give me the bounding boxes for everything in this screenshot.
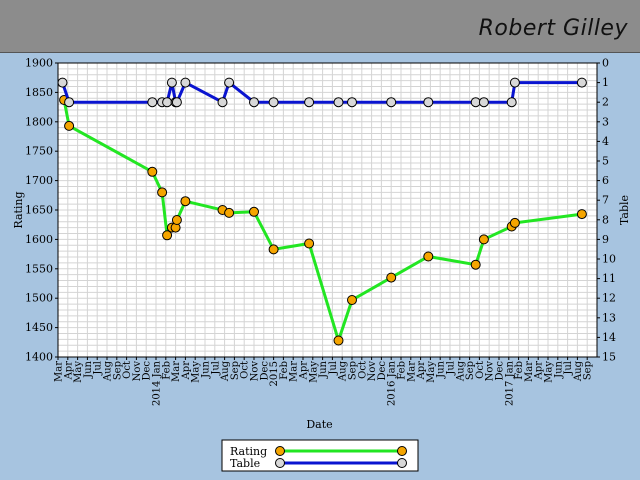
y-tick-label: 1850 — [25, 86, 53, 99]
y-tick-label: 1750 — [25, 145, 53, 158]
rating-point — [470, 259, 481, 270]
rating-point — [478, 234, 489, 245]
y2-axis-title: Table — [618, 195, 631, 225]
y2-tick-label: 14 — [602, 331, 616, 344]
table-point — [171, 97, 182, 108]
table-point — [224, 77, 235, 88]
rating-point — [576, 209, 587, 220]
legend-label-table: Table — [230, 457, 260, 470]
table-point — [180, 77, 191, 88]
y2-tick-label: 13 — [602, 311, 616, 324]
y2-tick-label: 10 — [602, 253, 616, 266]
rating-point — [509, 217, 520, 228]
y-tick-label: 1550 — [25, 262, 53, 275]
y-tick-label: 1600 — [25, 233, 53, 246]
table-point — [470, 97, 481, 108]
x-axis-title: Date — [306, 418, 332, 431]
y2-tick-label: 15 — [602, 351, 616, 364]
y-axis-title: Rating — [12, 191, 25, 228]
rating-point — [64, 120, 75, 131]
legend-marker-rating — [397, 446, 407, 456]
x-tick-label: Sep — [583, 361, 594, 380]
y2-tick-label: 5 — [602, 155, 609, 168]
table-point — [506, 97, 517, 108]
table-point — [268, 97, 279, 108]
rating-point — [333, 335, 344, 346]
legend-marker-rating — [275, 446, 285, 456]
y-tick-label: 1900 — [25, 57, 53, 70]
table-point — [249, 97, 259, 108]
y-tick-label: 1500 — [25, 292, 53, 305]
rating-point — [157, 187, 168, 198]
y2-tick-label: 2 — [602, 96, 609, 109]
y2-tick-label: 4 — [602, 135, 609, 148]
y2-tick-label: 8 — [602, 213, 609, 226]
table-point — [147, 97, 158, 108]
y2-tick-label: 12 — [602, 292, 616, 305]
table-point — [217, 97, 228, 108]
rating-point — [171, 215, 182, 225]
legend-marker-table — [275, 458, 285, 468]
y-tick-label: 1450 — [25, 321, 53, 334]
y2-tick-label: 6 — [602, 174, 609, 187]
y-tick-label: 1800 — [25, 115, 53, 128]
table-point — [333, 97, 344, 108]
y2-tick-label: 3 — [602, 115, 609, 128]
table-point — [162, 97, 173, 108]
rating-point — [386, 272, 397, 283]
table-point — [576, 77, 587, 88]
y2-tick-label: 7 — [602, 194, 609, 207]
y-tick-label: 1400 — [25, 351, 53, 364]
rating-point — [423, 251, 434, 262]
chart-frame: Robert Gilley Mar Apr May Jun Jul Aug Sep Oct No… — [0, 0, 640, 480]
rating-point — [268, 244, 279, 255]
rating-point — [224, 207, 235, 218]
rating-point — [304, 238, 315, 249]
y2-tick-label: 11 — [602, 272, 616, 285]
table-point — [304, 97, 315, 108]
table-point — [64, 97, 75, 108]
table-point — [386, 97, 397, 108]
table-point — [478, 97, 489, 108]
y2-tick-label: 1 — [602, 76, 609, 89]
legend-marker-table — [397, 458, 407, 468]
rating-point — [147, 166, 158, 177]
rating-chart: MarAprMayJunJulAugSepOctNovDec2014 JanFe… — [12, 57, 631, 472]
table-point — [347, 97, 357, 108]
rating-point — [180, 196, 191, 207]
table-point — [57, 77, 68, 88]
table-point — [423, 97, 434, 108]
y-tick-label: 1700 — [25, 174, 53, 187]
rating-point — [347, 295, 357, 305]
y2-tick-label: 0 — [602, 57, 609, 70]
y2-tick-label: 9 — [602, 233, 609, 246]
rating-point — [249, 206, 259, 217]
table-point — [166, 77, 177, 88]
table-point — [509, 77, 520, 88]
y-tick-label: 1650 — [25, 204, 53, 217]
